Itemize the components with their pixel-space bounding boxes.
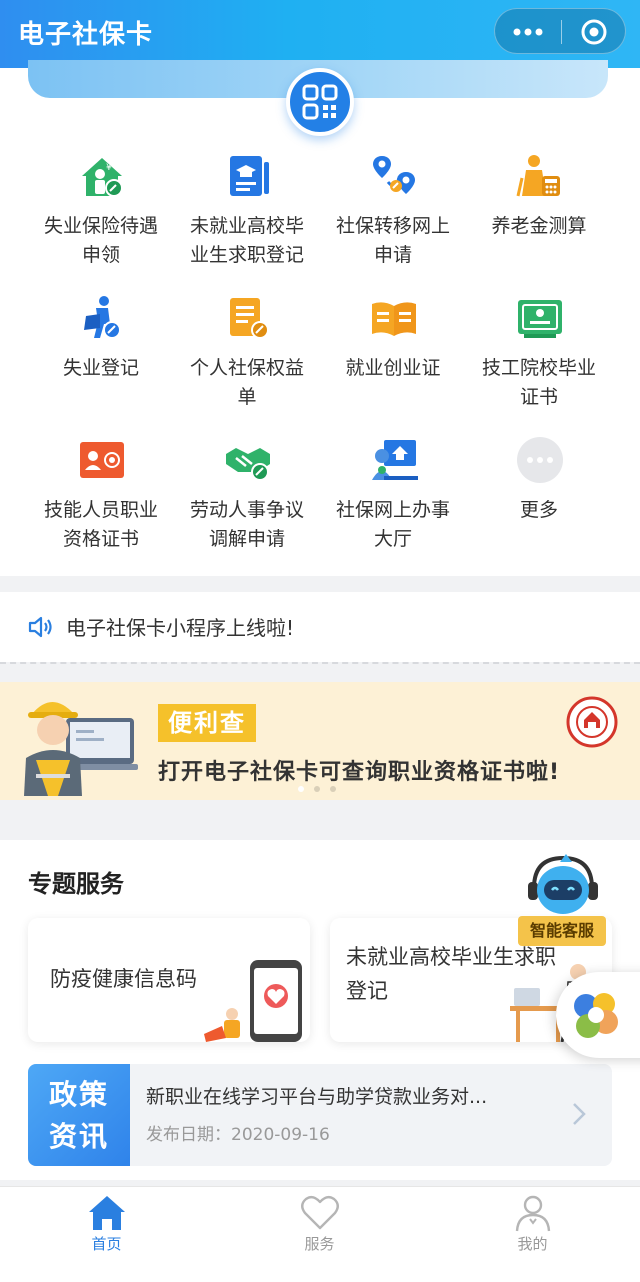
dashed-divider bbox=[0, 662, 640, 664]
health-code-label: 防疫健康信息码 bbox=[50, 967, 197, 991]
policy-title: 新职业在线学习平台与助学贷款业务对... bbox=[146, 1086, 488, 1108]
more-icon bbox=[517, 437, 563, 483]
tab-services[interactable]: 服务 bbox=[213, 1187, 426, 1282]
grid-item-label: 未就业高校毕 业生求职登记 bbox=[189, 215, 304, 266]
tab-mine-label: 我的 bbox=[517, 1235, 548, 1253]
grid-item-label: 社保转移网上 申请 bbox=[335, 215, 450, 266]
heart-icon bbox=[301, 1195, 339, 1230]
grid-item-online-service-hall[interactable]: 社保网上办事 大厅 bbox=[320, 436, 466, 576]
grid-item-label: 更多 bbox=[519, 499, 558, 521]
phone-health-icon bbox=[204, 960, 302, 1042]
tab-home[interactable]: 首页 bbox=[0, 1187, 213, 1282]
grid-item-graduate-registration[interactable]: 未就业高校毕 业生求职登记 bbox=[174, 152, 320, 292]
policy-date: 发布日期：2020-09-16 bbox=[146, 1125, 330, 1145]
target-close-icon bbox=[581, 19, 607, 45]
grid-item-label: 技能人员职业 资格证书 bbox=[43, 499, 158, 550]
pension-calculator-icon bbox=[516, 155, 560, 197]
labor-dispute-mediation-icon bbox=[226, 448, 270, 481]
vocational-qualification-icon bbox=[80, 442, 124, 478]
grid-item-social-security-transfer[interactable]: 社保转移网上 申请 bbox=[320, 152, 466, 292]
smart-customer-service-button[interactable]: 智能客服 bbox=[516, 852, 610, 952]
service-grid-card: ¥ 失业保险待遇 申领 未就业高校毕 业生求职登记 社保转移网上 申请 养老金测… bbox=[0, 60, 640, 576]
grid-item-unemployment-registration[interactable]: 失业登记 bbox=[28, 294, 174, 434]
tab-mine[interactable]: 我的 bbox=[426, 1187, 639, 1282]
unemployment-benefit-icon: ¥ bbox=[82, 158, 123, 197]
grid-item-technical-school-diploma[interactable]: 技工院校毕业 证书 bbox=[466, 294, 612, 434]
carousel-dot bbox=[314, 786, 320, 792]
personal-rights-statement-icon bbox=[230, 298, 269, 339]
grid-item-label: 失业登记 bbox=[62, 357, 139, 379]
worker-illustration-icon bbox=[24, 702, 138, 796]
chevron-right-icon bbox=[573, 1103, 586, 1125]
announcement-text: 电子社保卡小程序上线啦! bbox=[66, 616, 295, 640]
svg-text:¥: ¥ bbox=[106, 163, 112, 173]
carousel-indicator bbox=[298, 786, 336, 792]
grid-item-label: 社保网上办事 大厅 bbox=[335, 499, 450, 550]
mini-program-capsule bbox=[494, 8, 626, 54]
ellipsis-icon bbox=[513, 28, 543, 36]
technical-school-diploma-icon bbox=[518, 300, 562, 338]
promo-banner[interactable]: 便利查 打开电子社保卡可查询职业资格证书啦! bbox=[0, 682, 640, 800]
app-page: 电子社保卡 ¥ 失业保险待遇 申领 未就业高校毕 业生求职登记 社保转移网上 申… bbox=[0, 0, 640, 1282]
unemployment-registration-icon bbox=[84, 296, 121, 339]
grid-item-more[interactable]: 更多 bbox=[466, 436, 612, 576]
smart-customer-service-label: 智能客服 bbox=[518, 916, 606, 946]
online-service-hall-icon bbox=[372, 440, 418, 480]
tab-services-label: 服务 bbox=[304, 1235, 335, 1253]
grid-item-label: 个人社保权益单 bbox=[189, 357, 304, 408]
qr-code-button[interactable] bbox=[286, 68, 354, 136]
robot-icon bbox=[528, 854, 598, 914]
promo-tag: 便利查 bbox=[158, 704, 256, 742]
grid-item-employment-certificate[interactable]: 就业创业证 bbox=[320, 294, 466, 434]
close-mini-program-button[interactable] bbox=[561, 9, 627, 55]
qr-code-icon bbox=[302, 84, 338, 120]
grid-item-label: 劳动人事争议 调解申请 bbox=[189, 499, 304, 550]
grid-item-label: 技工院校毕业 证书 bbox=[481, 357, 596, 408]
promo-title: 打开电子社保卡可查询职业资格证书啦! bbox=[158, 760, 561, 785]
graduate-job-registration-icon bbox=[230, 156, 269, 196]
grid-item-label: 就业创业证 bbox=[345, 357, 441, 379]
wechat-float-logo-icon bbox=[574, 993, 618, 1038]
grid-item-personal-rights-statement[interactable]: 个人社保权益单 bbox=[174, 294, 320, 434]
grid-item-label: 养老金测算 bbox=[491, 215, 587, 237]
carousel-dot bbox=[330, 786, 336, 792]
social-security-transfer-icon bbox=[373, 156, 415, 194]
grid-item-unemployment-benefit[interactable]: ¥ 失业保险待遇 申领 bbox=[28, 152, 174, 292]
home-icon bbox=[89, 1196, 125, 1230]
grid-item-label: 失业保险待遇 申领 bbox=[43, 215, 158, 266]
page-title: 电子社保卡 bbox=[18, 20, 154, 50]
grid-item-pension-calculator[interactable]: 养老金测算 bbox=[466, 152, 612, 292]
policy-tag: 政策 资讯 bbox=[28, 1064, 130, 1166]
more-menu-button[interactable] bbox=[495, 9, 561, 55]
tab-home-label: 首页 bbox=[91, 1235, 122, 1253]
carousel-dot bbox=[298, 786, 304, 792]
policy-news-item[interactable]: 政策 资讯 新职业在线学习平台与助学贷款业务对... 发布日期：2020-09-1… bbox=[28, 1064, 612, 1166]
user-icon bbox=[515, 1195, 551, 1232]
header-bar: 电子社保卡 bbox=[0, 0, 640, 68]
bottom-tab-bar: 首页 服务 我的 bbox=[0, 1186, 640, 1282]
speaker-icon bbox=[28, 616, 52, 638]
grid-item-labor-dispute[interactable]: 劳动人事争议 调解申请 bbox=[174, 436, 320, 576]
grid-item-vocational-qualification[interactable]: 技能人员职业 资格证书 bbox=[28, 436, 174, 576]
social-security-seal-icon bbox=[566, 696, 618, 748]
announcement-bar[interactable]: 电子社保卡小程序上线啦! bbox=[0, 592, 640, 662]
floating-float-button[interactable] bbox=[556, 972, 640, 1058]
health-code-card[interactable]: 防疫健康信息码 bbox=[28, 918, 310, 1042]
section-title: 专题服务 bbox=[28, 870, 124, 898]
employment-certificate-icon bbox=[372, 302, 416, 336]
